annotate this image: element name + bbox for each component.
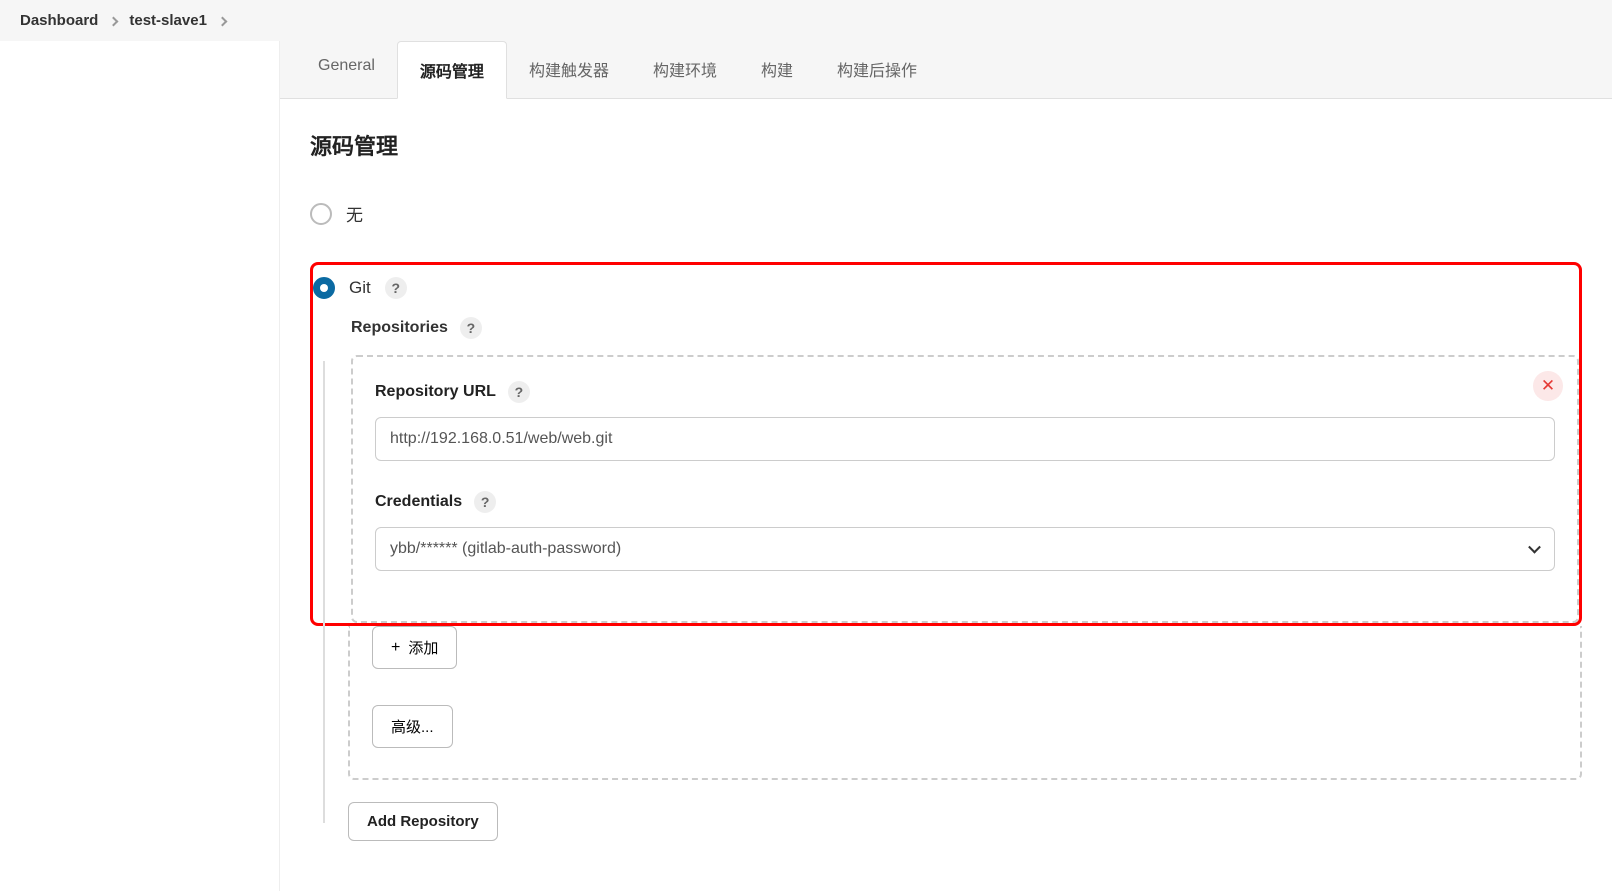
tab-general[interactable]: General: [296, 41, 397, 98]
breadcrumb: Dashboard test-slave1: [0, 0, 1612, 41]
repositories-header: Repositories ?: [351, 317, 1579, 339]
help-icon[interactable]: ?: [474, 491, 496, 513]
add-repo-btn-label: Add Repository: [367, 813, 479, 830]
radio-label-git: Git: [349, 278, 371, 298]
tab-env[interactable]: 构建环境: [631, 41, 739, 98]
help-icon[interactable]: ?: [385, 277, 407, 299]
close-icon[interactable]: ✕: [1533, 371, 1563, 401]
tab-triggers[interactable]: 构建触发器: [507, 41, 631, 98]
plus-icon: [391, 639, 400, 657]
scm-option-git[interactable]: Git ?: [313, 277, 1579, 299]
radio-label-none: 无: [346, 201, 363, 226]
scm-option-none[interactable]: 无: [310, 201, 1582, 226]
advanced-button[interactable]: 高级...: [372, 705, 453, 748]
repositories-label: Repositories: [351, 319, 448, 337]
config-tabs: General 源码管理 构建触发器 构建环境 构建 构建后操作: [280, 41, 1612, 99]
repo-url-input[interactable]: [375, 417, 1555, 461]
add-repository-button[interactable]: Add Repository: [348, 802, 498, 841]
add-btn-label: 添加: [408, 637, 438, 658]
sidebar: [0, 41, 280, 891]
radio-icon[interactable]: [313, 277, 335, 299]
tab-scm[interactable]: 源码管理: [397, 41, 507, 99]
tab-build[interactable]: 构建: [739, 41, 815, 98]
tab-post[interactable]: 构建后操作: [815, 41, 939, 98]
section-title: 源码管理: [310, 129, 1582, 161]
radio-icon[interactable]: [310, 203, 332, 225]
highlight-region: Git ? Repositories ? ✕ Repository U: [310, 262, 1582, 626]
chevron-right-icon: [219, 12, 226, 29]
credentials-select[interactable]: ybb/****** (gitlab-auth-password): [375, 527, 1555, 571]
advanced-btn-label: 高级...: [391, 716, 434, 737]
repo-url-label: Repository URL: [375, 383, 496, 401]
credentials-label-row: Credentials ?: [375, 491, 1555, 513]
breadcrumb-item[interactable]: test-slave1: [129, 12, 207, 29]
repository-block: ✕ Repository URL ? Credentials ?: [351, 355, 1579, 623]
help-icon[interactable]: ?: [508, 381, 530, 403]
repo-url-label-row: Repository URL ?: [375, 381, 1555, 403]
help-icon[interactable]: ?: [460, 317, 482, 339]
breadcrumb-dashboard[interactable]: Dashboard: [20, 12, 98, 29]
credentials-label: Credentials: [375, 493, 462, 511]
chevron-right-icon: [110, 12, 117, 29]
add-credentials-button[interactable]: 添加: [372, 626, 457, 669]
